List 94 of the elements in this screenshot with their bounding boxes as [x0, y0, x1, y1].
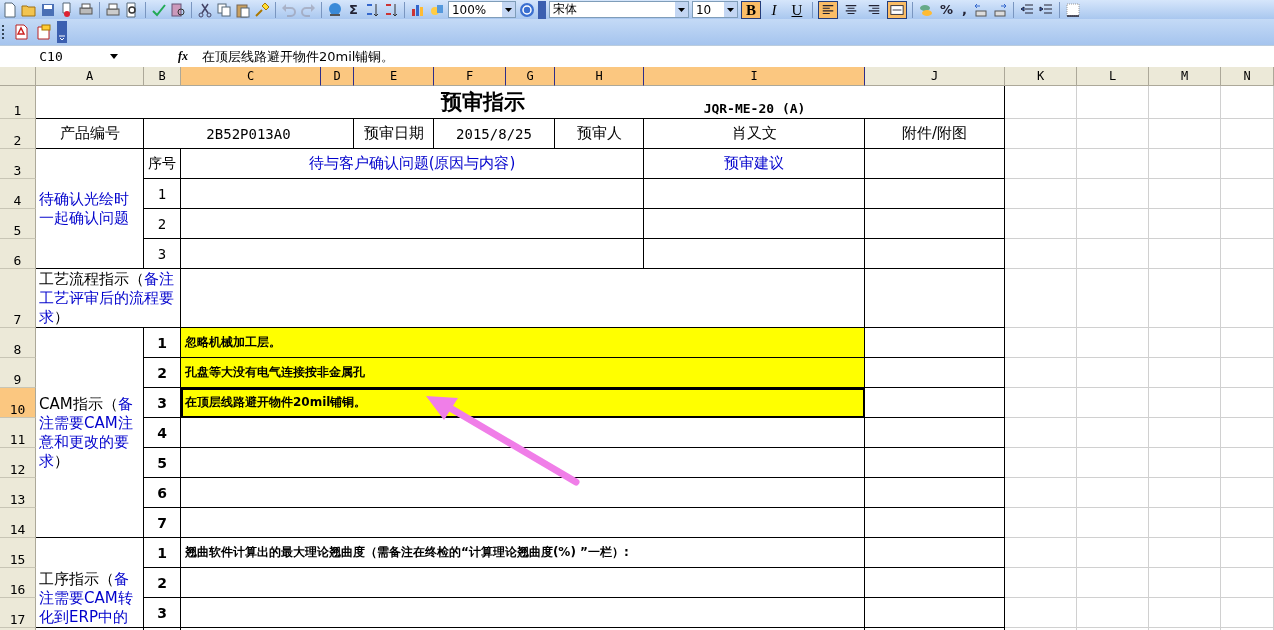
table-cell: 预审人	[555, 119, 644, 149]
column-header[interactable]: I	[644, 67, 865, 86]
row-header[interactable]: 6	[0, 239, 36, 269]
zoom-dropdown[interactable]: 100%	[447, 1, 516, 18]
column-header[interactable]: D	[321, 67, 354, 86]
table-cell: 2	[144, 209, 181, 239]
row-header[interactable]: 14	[0, 508, 36, 538]
row-header[interactable]: 3	[0, 149, 36, 179]
align-center-icon	[843, 2, 858, 17]
help-icon[interactable]	[518, 1, 535, 18]
table-cell: 6	[144, 478, 181, 508]
column-header[interactable]: N	[1221, 67, 1274, 86]
borders-icon[interactable]	[1064, 1, 1081, 18]
paintbrush-icon[interactable]	[254, 1, 270, 18]
formula-field[interactable]: 在顶层线路避开物件20mil铺铜。	[202, 47, 1274, 66]
align-left-icon	[820, 2, 835, 17]
merge-center-button[interactable]	[886, 0, 907, 19]
clipboard-icon[interactable]	[235, 1, 251, 18]
increase-decimal-icon[interactable]	[972, 1, 989, 18]
table-cell: 产品编号	[36, 119, 144, 149]
table-cell: 3	[144, 239, 181, 269]
row-header[interactable]: 9	[0, 358, 36, 388]
row-header[interactable]: 16	[0, 568, 36, 598]
table-cell: 4	[144, 418, 181, 448]
table-cell: 2	[144, 568, 181, 598]
table-cell: 忽略机械加工层。	[181, 328, 865, 358]
scissors-icon[interactable]	[197, 1, 213, 18]
align-right-icon	[866, 2, 881, 17]
book-search-icon[interactable]	[170, 1, 186, 18]
dropdown-arrow-icon[interactable]	[110, 54, 118, 59]
decrease-decimal-icon[interactable]	[991, 1, 1008, 18]
table-cell: 3	[144, 598, 181, 628]
pdf-icon[interactable]	[13, 24, 29, 40]
sheet-title: 预审指示	[440, 90, 525, 114]
table-cell: 5	[144, 448, 181, 478]
column-header[interactable]: K	[1005, 67, 1077, 86]
table-cell: 1	[144, 538, 181, 568]
table-cell: 序号	[144, 149, 181, 179]
font-size-dropdown[interactable]: 10	[691, 1, 738, 18]
printer-icon[interactable]	[105, 1, 121, 18]
row-header[interactable]: 4	[0, 179, 36, 209]
table-cell: 翘曲软件计算出的最大理论翘曲度（需备注在终检的“计算理论翘曲度(%) ”一栏）:	[181, 538, 865, 568]
column-header[interactable]: M	[1149, 67, 1221, 86]
row-header[interactable]: 7	[0, 269, 36, 328]
name-box[interactable]: C10	[0, 49, 102, 64]
font-style-button[interactable]: B	[740, 0, 761, 19]
number-format-button[interactable]: ,	[958, 2, 970, 17]
row-header[interactable]: 13	[0, 478, 36, 508]
row-header[interactable]: 10	[0, 388, 36, 418]
column-header[interactable]: E	[354, 67, 434, 86]
table-cell: 工艺流程指示（备注工艺评审后的流程要求）	[36, 269, 181, 328]
row-header[interactable]: 8	[0, 328, 36, 358]
globe-link-icon[interactable]	[327, 1, 343, 18]
column-header[interactable]: F	[434, 67, 506, 86]
row-header[interactable]: 5	[0, 209, 36, 239]
insert-function-button[interactable]: fx	[178, 49, 188, 64]
column-header[interactable]: A	[36, 67, 144, 86]
align-button[interactable]	[817, 0, 838, 19]
column-header[interactable]: C	[181, 67, 321, 86]
table-cell: 在顶层线路避开物件20mil铺铜。	[181, 388, 865, 418]
row-header[interactable]: 2	[0, 119, 36, 149]
table-cell: 7	[144, 508, 181, 538]
toolbar-handle[interactable]	[537, 0, 546, 19]
table-cell: 预审日期	[354, 119, 434, 149]
table-cell: 预审建议	[644, 149, 865, 179]
autosum-button[interactable]: Σ	[346, 2, 361, 17]
table-cell: 肖又文	[644, 119, 865, 149]
font-style-button[interactable]: U	[786, 0, 807, 19]
toolbar-options-icon[interactable]	[57, 21, 67, 43]
column-header[interactable]: B	[144, 67, 181, 86]
table-cell: 孔盘等大没有电气连接按非金属孔	[181, 358, 865, 388]
merge-cells-icon	[889, 2, 904, 17]
table-cell: 2015/8/25	[434, 119, 555, 149]
row-header[interactable]: 17	[0, 598, 36, 628]
font-name-dropdown[interactable]: 宋体	[548, 1, 689, 18]
column-header[interactable]: L	[1077, 67, 1149, 86]
table-cell: 2B52P013A0	[144, 119, 354, 149]
printer-icon[interactable]	[78, 1, 94, 18]
new-document-icon[interactable]	[2, 1, 18, 18]
column-header[interactable]: G	[506, 67, 555, 86]
table-cell: 待与客户确认问题(原因与内容)	[181, 149, 644, 179]
row-header[interactable]: 11	[0, 418, 36, 448]
row-header[interactable]: 12	[0, 448, 36, 478]
copy-icon[interactable]	[216, 1, 232, 18]
row-header[interactable]: 1	[0, 86, 36, 119]
document-code: JQR-ME-20 (A)	[703, 101, 806, 116]
number-format-button[interactable]: %	[936, 2, 956, 17]
table-cell: 附件/附图	[865, 119, 1005, 149]
font-style-button[interactable]: I	[763, 0, 784, 19]
column-header[interactable]: H	[555, 67, 644, 86]
row-header[interactable]: 15	[0, 538, 36, 568]
table-cell: 1	[144, 179, 181, 209]
column-header[interactable]: J	[865, 67, 1005, 86]
pdf-comment-icon[interactable]	[35, 24, 51, 40]
